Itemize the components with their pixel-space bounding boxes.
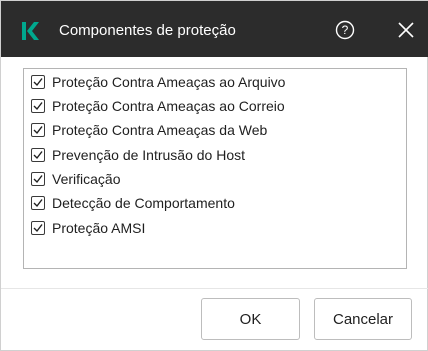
component-label: Proteção Contra Ameaças ao Arquivo (52, 74, 286, 90)
checkbox[interactable] (31, 123, 45, 137)
footer-divider (1, 288, 428, 289)
checkbox[interactable] (31, 196, 45, 210)
checkbox[interactable] (31, 148, 45, 162)
checkbox[interactable] (31, 75, 45, 89)
component-item-file-threat-protection[interactable]: Proteção Contra Ameaças ao Arquivo (31, 72, 285, 92)
svg-text:?: ? (342, 23, 349, 37)
component-label: Prevenção de Intrusão do Host (52, 147, 246, 163)
component-item-amsi-protection[interactable]: Proteção AMSI (31, 218, 145, 238)
ok-button[interactable]: OK (201, 298, 300, 340)
checkbox[interactable] (31, 99, 45, 113)
title-bar: Componentes de proteção ? (1, 1, 428, 57)
checkbox[interactable] (31, 172, 45, 186)
component-item-behavior-detection[interactable]: Detecção de Comportamento (31, 193, 235, 213)
component-label: Detecção de Comportamento (52, 195, 235, 211)
kaspersky-logo-icon (20, 21, 40, 41)
checkbox[interactable] (31, 221, 45, 235)
protection-components-dialog: Componentes de proteção ? Proteção Contr… (0, 0, 428, 351)
component-label: Proteção AMSI (52, 220, 146, 236)
dialog-title: Componentes de proteção (59, 22, 236, 39)
component-item-host-intrusion-prevention[interactable]: Prevenção de Intrusão do Host (31, 145, 245, 165)
component-item-mail-threat-protection[interactable]: Proteção Contra Ameaças ao Correio (31, 96, 285, 116)
components-list: Proteção Contra Ameaças ao Arquivo Prote… (23, 68, 407, 269)
component-item-web-threat-protection[interactable]: Proteção Contra Ameaças da Web (31, 120, 267, 140)
component-item-scan[interactable]: Verificação (31, 169, 120, 189)
help-icon[interactable]: ? (334, 19, 356, 41)
component-label: Proteção Contra Ameaças da Web (52, 122, 268, 138)
component-label: Verificação (52, 171, 121, 187)
close-icon[interactable] (395, 19, 417, 41)
component-label: Proteção Contra Ameaças ao Correio (52, 98, 285, 114)
cancel-button[interactable]: Cancelar (314, 298, 412, 340)
